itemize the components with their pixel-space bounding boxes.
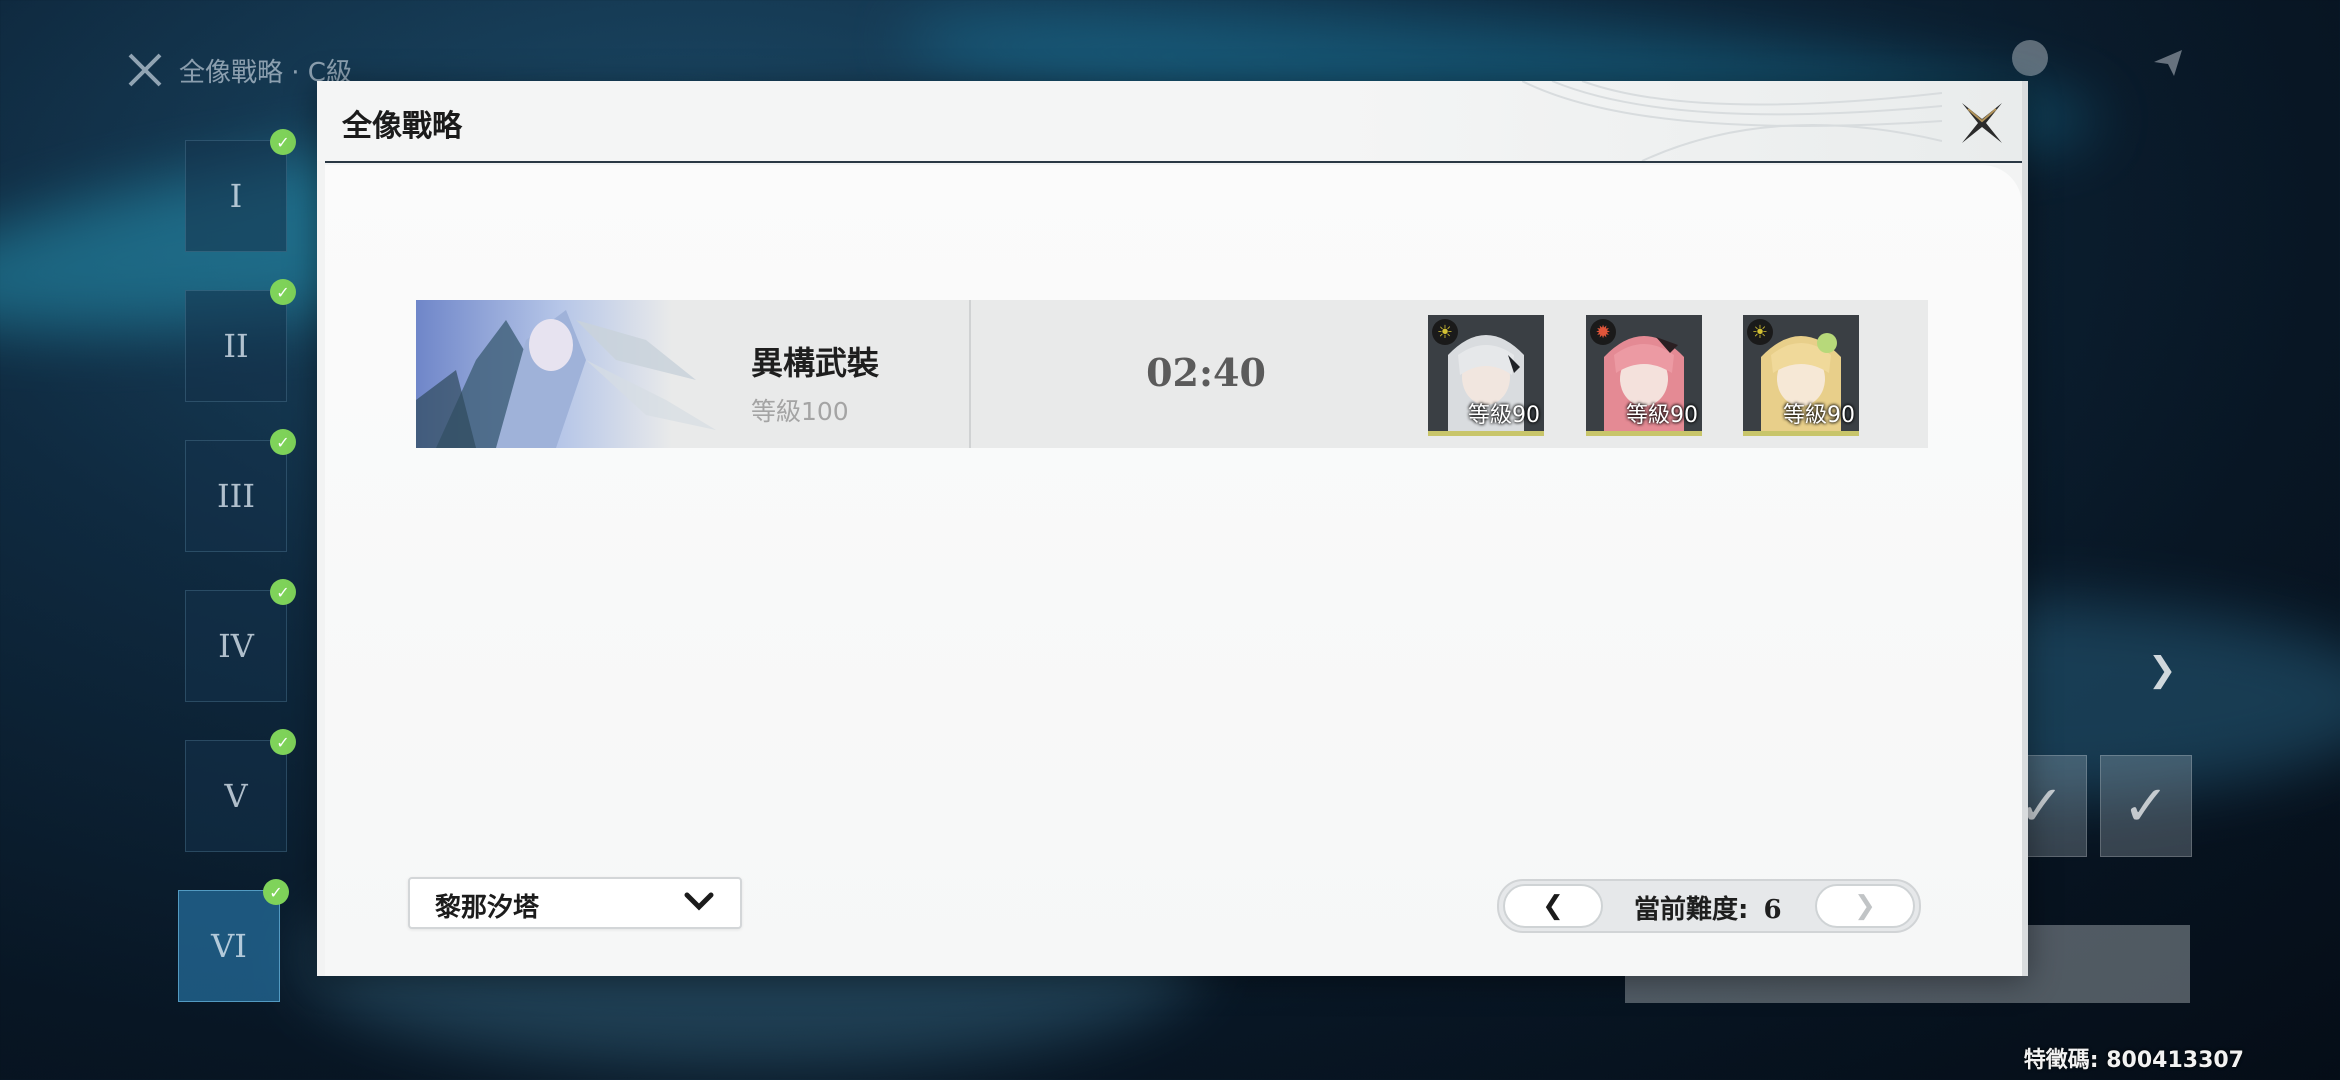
check-icon: ✓ (270, 729, 296, 755)
holo-strategy-modal: 全像戰略 異構武裝 等級100 02:40 ☀ 等級90 ✹ 等級90 ☀ 等級… (317, 81, 2028, 976)
battle-record-row[interactable]: 異構武裝 等級100 02:40 ☀ 等級90 ✹ 等級90 ☀ 等級90 (416, 300, 1928, 448)
close-button[interactable] (1954, 95, 2010, 151)
boss-portrait (416, 300, 736, 448)
chevron-down-icon (684, 892, 714, 911)
check-icon: ✓ (270, 579, 296, 605)
header-divider (325, 161, 2022, 163)
check-icon: ✓ (270, 129, 296, 155)
header-decoration (1522, 81, 1942, 161)
nav-stage-label: II (223, 327, 249, 365)
nav-stage-label: III (217, 477, 255, 515)
x-logo-icon (125, 50, 165, 90)
clear-time: 02:40 (1146, 350, 1266, 395)
check-icon: ✓ (263, 879, 289, 905)
row-divider (969, 300, 971, 448)
boss-name: 異構武裝 (751, 344, 880, 382)
modal-title: 全像戰略 (342, 109, 462, 144)
sun-icon: ☀ (1432, 319, 1458, 345)
nav-stage-3[interactable]: III ✓ (185, 429, 296, 552)
team-member-3[interactable]: ☀ 等級90 (1743, 315, 1859, 436)
modal-header: 全像戰略 (317, 81, 2022, 163)
boss-level: 等級100 (751, 397, 849, 426)
nav-stage-6[interactable]: VI ✓ (178, 879, 289, 1002)
nav-stage-label: I (229, 177, 243, 215)
difficulty-display: 當前難度: 6 (1634, 889, 1782, 926)
nav-stage-1[interactable]: I ✓ (185, 129, 296, 252)
player-uid: 特徵碼: 800413307 (2023, 1048, 2244, 1073)
character-level: 等級90 (1783, 403, 1855, 428)
nav-stage-4[interactable]: IV ✓ (185, 579, 296, 702)
team-member-1[interactable]: ☀ 等級90 (1428, 315, 1544, 436)
team-member-2[interactable]: ✹ 等級90 (1586, 315, 1702, 436)
difficulty-pager: ❮ 當前難度: 6 ❯ (1497, 879, 1921, 933)
difficulty-prev-button[interactable]: ❮ (1503, 884, 1603, 928)
difficulty-label: 當前難度: (1634, 895, 1749, 925)
check-icon: ✓ (270, 429, 296, 455)
sun-icon: ☀ (1747, 319, 1773, 345)
nav-stage-5[interactable]: V ✓ (185, 729, 296, 852)
character-select-value: 黎那汐塔 (435, 893, 540, 923)
nav-stage-label: V (224, 777, 248, 815)
modal-body: 異構武裝 等級100 02:40 ☀ 等級90 ✹ 等級90 ☀ 等級90 (325, 165, 2022, 976)
background-check-tile: ✓ (2100, 755, 2192, 857)
character-level: 等級90 (1626, 403, 1698, 428)
background-next-arrow-icon: ❯ (2148, 650, 2177, 690)
background-info-icon (2012, 40, 2048, 76)
character-level: 等級90 (1468, 403, 1540, 428)
check-icon: ✓ (270, 279, 296, 305)
flame-icon: ✹ (1590, 319, 1616, 345)
background-share-icon (2150, 44, 2186, 84)
character-select-dropdown[interactable]: 黎那汐塔 (408, 877, 742, 929)
nav-stage-2[interactable]: II ✓ (185, 279, 296, 402)
difficulty-value: 6 (1763, 895, 1782, 925)
difficulty-next-button[interactable]: ❯ (1815, 884, 1915, 928)
close-icon (1962, 103, 2002, 143)
nav-stage-label: VI (211, 927, 247, 965)
nav-stage-label: IV (218, 627, 254, 665)
